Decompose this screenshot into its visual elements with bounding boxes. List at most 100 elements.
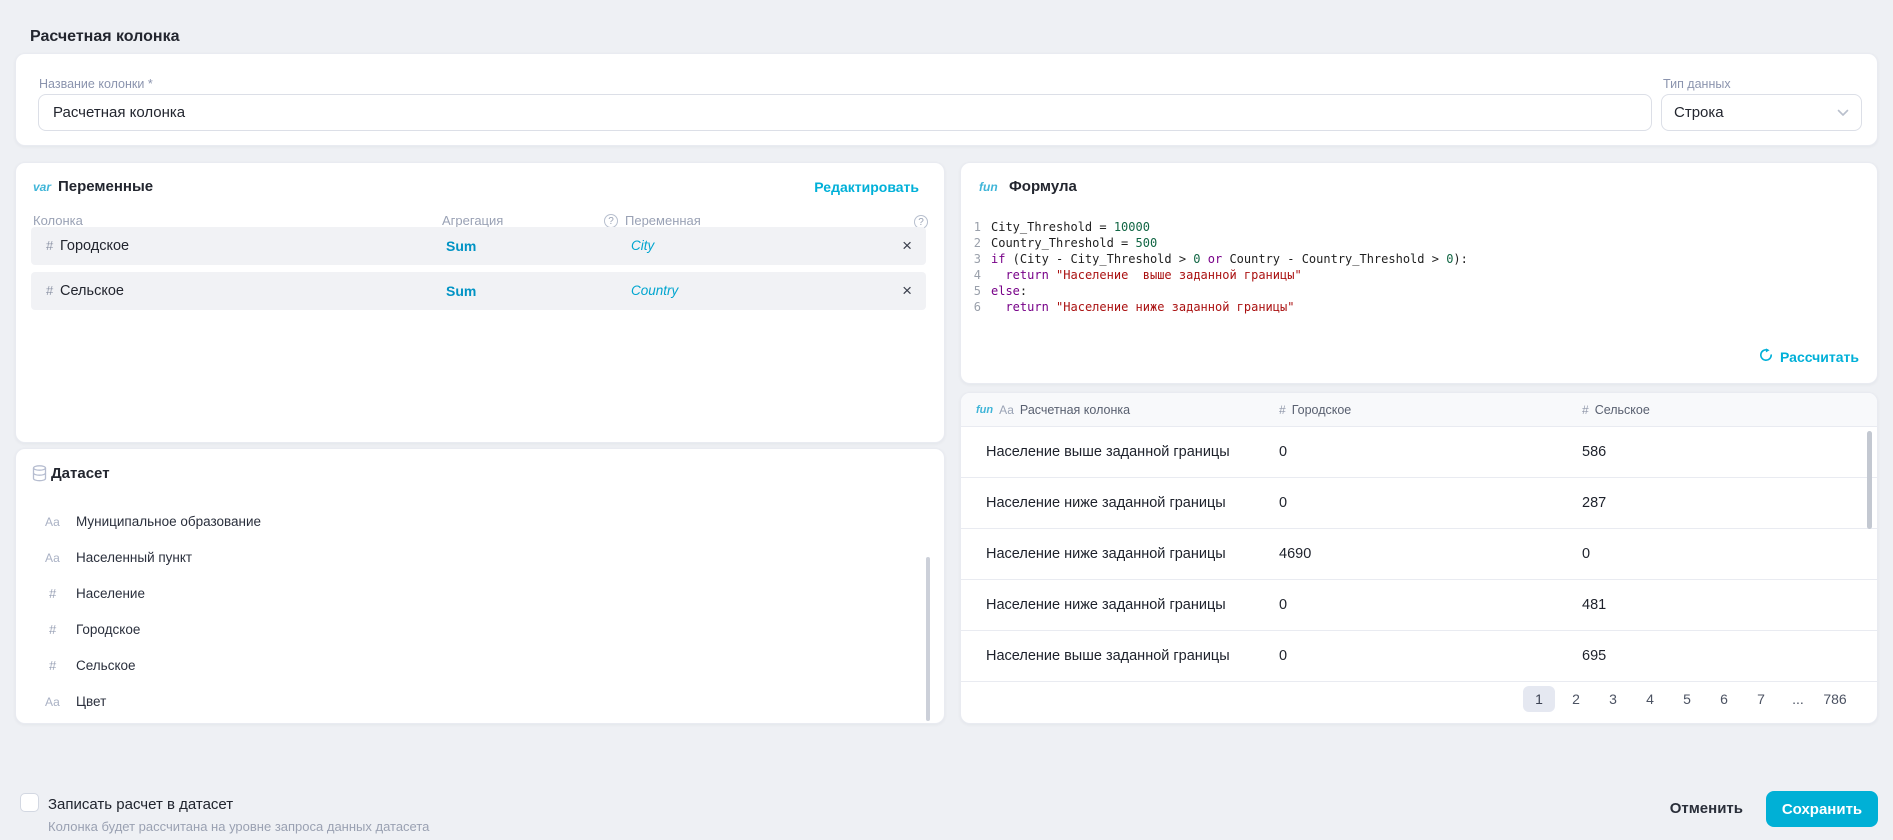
variable-name-value[interactable]: City [631, 227, 654, 265]
calc-value-cell: Население ниже заданной границы [986, 478, 1226, 528]
number-type-icon: # [1279, 403, 1286, 417]
dataset-field-item[interactable]: # Население [16, 576, 944, 612]
number-type-icon: # [1582, 403, 1589, 417]
results-column-label: Расчетная колонка [1020, 403, 1130, 417]
refresh-icon [1759, 348, 1773, 365]
save-button[interactable]: Сохранить [1766, 791, 1878, 827]
dataset-field-name: Населенный пункт [76, 540, 192, 576]
results-column-header: # Сельское [1582, 393, 1650, 426]
city-value-cell: 4690 [1279, 529, 1311, 579]
code-line: 1 City_Threshold = 10000 [969, 219, 1861, 235]
pagination-page[interactable]: 7 [1745, 686, 1777, 712]
pagination-page[interactable]: 5 [1671, 686, 1703, 712]
remove-variable-icon[interactable]: × [902, 227, 912, 265]
dataset-field-item[interactable]: Аа Муниципальное образование [16, 504, 944, 540]
data-type-label: Тип данных [1663, 77, 1731, 91]
page-title: Расчетная колонка [30, 28, 179, 46]
dataset-field-item[interactable]: # Городское [16, 612, 944, 648]
calc-value-cell: Население ниже заданной границы [986, 580, 1226, 630]
number-type-icon: # [46, 227, 53, 265]
edit-variables-button[interactable]: Редактировать [814, 179, 919, 195]
column-header: Колонка [33, 213, 83, 228]
write-to-dataset-hint: Колонка будет рассчитана на уровне запро… [48, 819, 429, 834]
column-settings-card: Название колонки * Тип данных Строка [15, 53, 1878, 146]
variable-column-name: Сельское [60, 272, 124, 310]
aggregation-value[interactable]: Sum [446, 227, 476, 265]
line-number: 1 [969, 219, 981, 235]
calc-value-cell: Население выше заданной границы [986, 427, 1230, 477]
variables-panel: var Переменные Редактировать Колонка Агр… [15, 162, 945, 443]
fun-badge-icon: fun [979, 180, 998, 194]
string-type-icon: Аа [999, 403, 1014, 417]
results-table-row: Население ниже заданной границы 0 481 [961, 580, 1877, 631]
formula-panel: fun Формула 1 City_Threshold = 10000 2 C… [960, 162, 1878, 384]
aggregation-value[interactable]: Sum [446, 272, 476, 310]
rural-value-cell: 0 [1582, 529, 1590, 579]
dataset-panel-title: Датасет [51, 465, 110, 482]
dataset-field-name: Сельское [76, 648, 136, 684]
calc-value-cell: Население ниже заданной границы [986, 529, 1226, 579]
column-name-input[interactable] [38, 94, 1652, 131]
code-line: 5 else: [969, 283, 1861, 299]
calculate-button[interactable]: Рассчитать [1759, 348, 1859, 365]
code-line: 2 Country_Threshold = 500 [969, 235, 1861, 251]
results-column-label: Сельское [1595, 403, 1650, 417]
dataset-scrollbar[interactable] [926, 557, 930, 721]
data-type-value: Строка [1674, 104, 1724, 121]
formula-code-editor[interactable]: 1 City_Threshold = 10000 2 Country_Thres… [969, 219, 1861, 315]
code-line: 4 return "Население выше заданной границ… [969, 267, 1861, 283]
city-value-cell: 0 [1279, 478, 1287, 528]
data-type-select[interactable]: Строка [1661, 94, 1862, 131]
number-type-icon: # [46, 272, 53, 310]
write-to-dataset-label[interactable]: Записать расчет в датасет [48, 796, 233, 813]
dataset-field-name: Цвет [76, 684, 106, 720]
line-number: 5 [969, 283, 981, 299]
column-name-label: Название колонки * [39, 77, 153, 91]
dataset-field-item[interactable]: Аа Цвет [16, 684, 944, 720]
variables-panel-title: Переменные [58, 178, 153, 195]
results-table-body: Население выше заданной границы 0 586 На… [961, 427, 1877, 682]
pagination-page[interactable]: 786 [1819, 686, 1851, 712]
results-column-label: Городское [1292, 403, 1352, 417]
var-badge-icon: var [33, 180, 51, 194]
number-type-icon: # [45, 612, 73, 648]
pagination: 1234567...786 [1523, 686, 1851, 712]
string-type-icon: Аа [45, 540, 69, 576]
city-value-cell: 0 [1279, 427, 1287, 477]
remove-variable-icon[interactable]: × [902, 272, 912, 310]
pagination-ellipsis: ... [1782, 686, 1814, 712]
aggregation-header: Агрегация [442, 213, 503, 228]
number-type-icon: # [45, 576, 73, 612]
dataset-field-name: Муниципальное образование [76, 504, 261, 540]
results-table-row: Население ниже заданной границы 0 287 [961, 478, 1877, 529]
results-table-row: Население выше заданной границы 0 695 [961, 631, 1877, 682]
results-column-header: # Городское [1279, 393, 1351, 426]
line-number: 2 [969, 235, 981, 251]
variable-row: # Сельское Sum Country × [31, 272, 926, 310]
pagination-page[interactable]: 3 [1597, 686, 1629, 712]
write-to-dataset-checkbox[interactable] [20, 793, 39, 812]
calc-value-cell: Население выше заданной границы [986, 631, 1230, 681]
results-table-header: funАа Расчетная колонка # Городское # Се… [961, 393, 1877, 427]
city-value-cell: 0 [1279, 631, 1287, 681]
rural-value-cell: 586 [1582, 427, 1606, 477]
dataset-field-item[interactable]: # Сельское [16, 648, 944, 684]
calculate-button-label: Рассчитать [1780, 349, 1859, 365]
dataset-field-name: Городское [76, 612, 140, 648]
help-icon[interactable]: ? [604, 214, 618, 228]
dataset-field-item[interactable]: Аа Населенный пункт [16, 540, 944, 576]
variable-column-name: Городское [60, 227, 129, 265]
pagination-page[interactable]: 4 [1634, 686, 1666, 712]
results-table-row: Население ниже заданной границы 4690 0 [961, 529, 1877, 580]
pagination-page[interactable]: 6 [1708, 686, 1740, 712]
cancel-button[interactable]: Отменить [1670, 800, 1743, 817]
database-icon [32, 465, 47, 487]
string-type-icon: Аа [45, 684, 69, 720]
results-column-header: funАа Расчетная колонка [976, 393, 1130, 426]
dataset-field-name: Население [76, 576, 145, 612]
pagination-page[interactable]: 1 [1523, 686, 1555, 712]
results-scrollbar[interactable] [1867, 431, 1872, 529]
variable-name-value[interactable]: Country [631, 272, 678, 310]
pagination-page[interactable]: 2 [1560, 686, 1592, 712]
code-line: 3 if (City - City_Threshold > 0 or Count… [969, 251, 1861, 267]
